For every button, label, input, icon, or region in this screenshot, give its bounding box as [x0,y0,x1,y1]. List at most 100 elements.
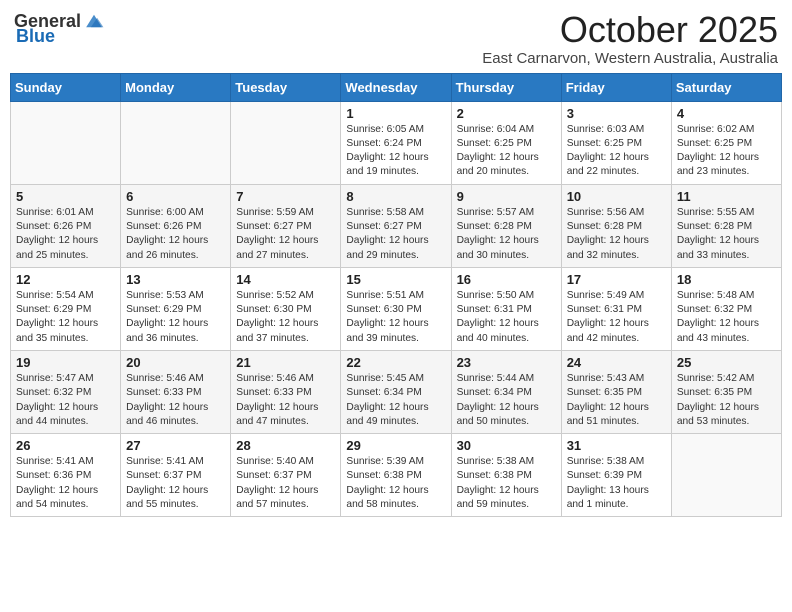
weekday-header-friday: Friday [561,73,671,101]
calendar-cell: 3 Sunrise: 6:03 AM Sunset: 6:25 PM Daylig… [561,101,671,184]
calendar-cell: 4 Sunrise: 6:02 AM Sunset: 6:25 PM Daylig… [671,101,781,184]
day-info: Sunrise: 5:38 AM Sunset: 6:38 PM Dayligh… [457,455,556,512]
day-info: Sunrise: 5:41 AM Sunset: 6:36 PM Dayligh… [16,455,115,512]
calendar-cell: 29 Sunrise: 5:39 AM Sunset: 6:38 PM Dayli… [341,434,451,517]
calendar-table: SundayMondayTuesdayWednesdayThursdayFrid… [10,73,782,518]
day-number: 31 [567,438,666,453]
calendar-week-row: 19Sunrise: 5:47 AM Sunset: 6:32 PM Dayli… [11,350,782,433]
logo: General Blue [14,10,105,47]
day-info: Sunrise: 5:56 AM Sunset: 6:28 PM Dayligh… [567,206,666,263]
calendar-cell: 16Sunrise: 5:50 AM Sunset: 6:31 PM Dayli… [451,267,561,350]
day-number: 10 [567,189,666,204]
calendar-cell: 18 Sunrise: 5:48 AM Sunset: 6:32 PM Dayli… [671,267,781,350]
weekday-header-wednesday: Wednesday [341,73,451,101]
day-number: 28 [236,438,335,453]
day-info: Sunrise: 5:49 AM Sunset: 6:31 PM Dayligh… [567,289,666,346]
day-number: 13 [126,272,225,287]
calendar-cell: 30 Sunrise: 5:38 AM Sunset: 6:38 PM Dayli… [451,434,561,517]
weekday-header-thursday: Thursday [451,73,561,101]
day-number: 29 [346,438,445,453]
day-info: Sunrise: 5:40 AM Sunset: 6:37 PM Dayligh… [236,455,335,512]
day-info: Sunrise: 6:02 AM Sunset: 6:25 PM Dayligh… [677,123,776,180]
calendar-cell: 19Sunrise: 5:47 AM Sunset: 6:32 PM Dayli… [11,350,121,433]
day-number: 25 [677,355,776,370]
day-info: Sunrise: 5:46 AM Sunset: 6:33 PM Dayligh… [236,372,335,429]
day-info: Sunrise: 5:53 AM Sunset: 6:29 PM Dayligh… [126,289,225,346]
day-number: 3 [567,106,666,121]
calendar-cell [121,101,231,184]
title-area: October 2025 East Carnarvon, Western Aus… [482,10,778,67]
day-number: 21 [236,355,335,370]
calendar-cell: 2 Sunrise: 6:04 AM Sunset: 6:25 PM Daylig… [451,101,561,184]
calendar-cell: 23 Sunrise: 5:44 AM Sunset: 6:34 PM Dayli… [451,350,561,433]
day-info: Sunrise: 5:39 AM Sunset: 6:38 PM Dayligh… [346,455,445,512]
month-title: October 2025 [482,10,778,50]
day-number: 17 [567,272,666,287]
calendar-cell: 26 Sunrise: 5:41 AM Sunset: 6:36 PM Dayli… [11,434,121,517]
calendar-week-row: 26 Sunrise: 5:41 AM Sunset: 6:36 PM Dayli… [11,434,782,517]
location-title: East Carnarvon, Western Australia, Austr… [482,50,778,67]
calendar-cell: 9 Sunrise: 5:57 AM Sunset: 6:28 PM Daylig… [451,184,561,267]
calendar-cell [231,101,341,184]
day-number: 2 [457,106,556,121]
calendar-cell: 15Sunrise: 5:51 AM Sunset: 6:30 PM Dayli… [341,267,451,350]
day-info: Sunrise: 5:48 AM Sunset: 6:32 PM Dayligh… [677,289,776,346]
day-info: Sunrise: 5:58 AM Sunset: 6:27 PM Dayligh… [346,206,445,263]
calendar-cell: 6 Sunrise: 6:00 AM Sunset: 6:26 PM Daylig… [121,184,231,267]
day-info: Sunrise: 5:46 AM Sunset: 6:33 PM Dayligh… [126,372,225,429]
calendar-cell: 8 Sunrise: 5:58 AM Sunset: 6:27 PM Daylig… [341,184,451,267]
calendar-cell: 31 Sunrise: 5:38 AM Sunset: 6:39 PM Dayli… [561,434,671,517]
calendar-cell [671,434,781,517]
calendar-week-row: 1Sunrise: 6:05 AM Sunset: 6:24 PM Daylig… [11,101,782,184]
calendar-cell: 11Sunrise: 5:55 AM Sunset: 6:28 PM Dayli… [671,184,781,267]
day-number: 16 [457,272,556,287]
day-number: 19 [16,355,115,370]
calendar-cell: 20 Sunrise: 5:46 AM Sunset: 6:33 PM Dayli… [121,350,231,433]
calendar-cell: 5 Sunrise: 6:01 AM Sunset: 6:26 PM Daylig… [11,184,121,267]
calendar-cell [11,101,121,184]
day-number: 9 [457,189,556,204]
day-number: 15 [346,272,445,287]
logo-icon [83,10,105,32]
calendar-cell: 10 Sunrise: 5:56 AM Sunset: 6:28 PM Dayli… [561,184,671,267]
weekday-header-monday: Monday [121,73,231,101]
day-number: 5 [16,189,115,204]
calendar-cell: 28 Sunrise: 5:40 AM Sunset: 6:37 PM Dayli… [231,434,341,517]
calendar-cell: 17 Sunrise: 5:49 AM Sunset: 6:31 PM Dayli… [561,267,671,350]
day-info: Sunrise: 6:04 AM Sunset: 6:25 PM Dayligh… [457,123,556,180]
day-info: Sunrise: 6:01 AM Sunset: 6:26 PM Dayligh… [16,206,115,263]
calendar-cell: 21 Sunrise: 5:46 AM Sunset: 6:33 PM Dayli… [231,350,341,433]
day-number: 7 [236,189,335,204]
day-number: 20 [126,355,225,370]
day-number: 26 [16,438,115,453]
weekday-header-sunday: Sunday [11,73,121,101]
calendar-cell: 7 Sunrise: 5:59 AM Sunset: 6:27 PM Daylig… [231,184,341,267]
day-number: 22 [346,355,445,370]
day-info: Sunrise: 6:03 AM Sunset: 6:25 PM Dayligh… [567,123,666,180]
day-info: Sunrise: 5:55 AM Sunset: 6:28 PM Dayligh… [677,206,776,263]
day-number: 18 [677,272,776,287]
day-info: Sunrise: 5:44 AM Sunset: 6:34 PM Dayligh… [457,372,556,429]
day-info: Sunrise: 5:43 AM Sunset: 6:35 PM Dayligh… [567,372,666,429]
day-number: 8 [346,189,445,204]
day-info: Sunrise: 5:45 AM Sunset: 6:34 PM Dayligh… [346,372,445,429]
day-number: 1 [346,106,445,121]
day-number: 23 [457,355,556,370]
day-info: Sunrise: 5:54 AM Sunset: 6:29 PM Dayligh… [16,289,115,346]
day-number: 24 [567,355,666,370]
day-info: Sunrise: 5:42 AM Sunset: 6:35 PM Dayligh… [677,372,776,429]
day-info: Sunrise: 5:57 AM Sunset: 6:28 PM Dayligh… [457,206,556,263]
day-info: Sunrise: 6:00 AM Sunset: 6:26 PM Dayligh… [126,206,225,263]
day-info: Sunrise: 5:52 AM Sunset: 6:30 PM Dayligh… [236,289,335,346]
calendar-cell: 24 Sunrise: 5:43 AM Sunset: 6:35 PM Dayli… [561,350,671,433]
day-number: 30 [457,438,556,453]
calendar-cell: 27Sunrise: 5:41 AM Sunset: 6:37 PM Dayli… [121,434,231,517]
day-number: 4 [677,106,776,121]
logo-blue-text: Blue [16,26,55,47]
day-info: Sunrise: 5:59 AM Sunset: 6:27 PM Dayligh… [236,206,335,263]
day-info: Sunrise: 5:38 AM Sunset: 6:39 PM Dayligh… [567,455,666,512]
calendar-cell: 12Sunrise: 5:54 AM Sunset: 6:29 PM Dayli… [11,267,121,350]
weekday-header-saturday: Saturday [671,73,781,101]
calendar-cell: 13 Sunrise: 5:53 AM Sunset: 6:29 PM Dayli… [121,267,231,350]
day-number: 6 [126,189,225,204]
